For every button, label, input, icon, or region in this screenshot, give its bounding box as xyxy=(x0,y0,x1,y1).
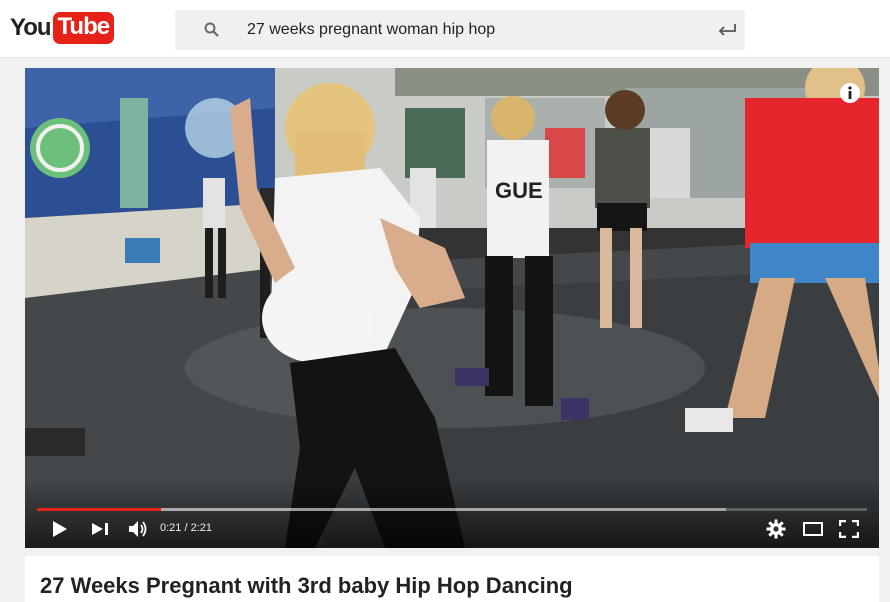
next-button[interactable] xyxy=(89,516,113,542)
search-icon[interactable] xyxy=(203,21,221,39)
video-frame: GUE xyxy=(25,68,879,548)
settings-button[interactable] xyxy=(765,516,787,542)
theater-mode-icon xyxy=(803,522,823,536)
svg-text:GUE: GUE xyxy=(495,178,543,203)
fullscreen-button[interactable] xyxy=(837,516,861,542)
masthead: You Tube xyxy=(0,0,890,58)
search-input[interactable] xyxy=(247,10,707,50)
return-arrow-icon[interactable] xyxy=(716,21,738,39)
progress-bar[interactable] xyxy=(37,508,867,511)
volume-icon xyxy=(129,521,147,537)
progress-played xyxy=(37,508,161,511)
youtube-logo[interactable]: You Tube xyxy=(10,12,115,44)
logo-tube-text: Tube xyxy=(52,12,115,44)
search-box xyxy=(175,10,745,50)
theater-mode-button[interactable] xyxy=(801,516,825,542)
video-title: 27 Weeks Pregnant with 3rd baby Hip Hop … xyxy=(40,573,573,598)
info-icon[interactable] xyxy=(839,82,861,104)
logo-you-text: You xyxy=(10,14,52,41)
video-info-card: 27 Weeks Pregnant with 3rd baby Hip Hop … xyxy=(25,556,879,602)
controls-gradient xyxy=(25,478,879,548)
next-icon xyxy=(92,523,108,535)
play-icon xyxy=(53,521,67,537)
video-player[interactable]: GUE 0:21 / 2:21 xyxy=(25,68,879,548)
fullscreen-icon xyxy=(839,520,859,538)
gear-icon xyxy=(766,519,786,539)
time-display: 0:21 / 2:21 xyxy=(160,522,212,534)
volume-button[interactable] xyxy=(127,516,149,542)
play-button[interactable] xyxy=(49,516,71,542)
